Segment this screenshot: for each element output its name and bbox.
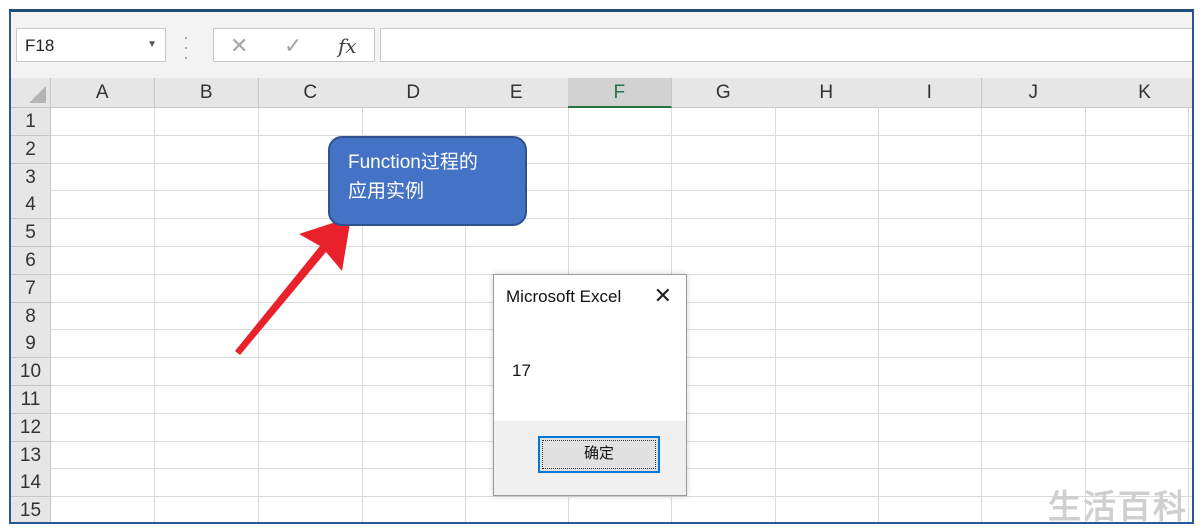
message-box: Microsoft Excel ✕ 17 确定 (493, 274, 687, 496)
callout-line-2: 应用实例 (348, 181, 425, 202)
arrow-shape (235, 217, 351, 355)
ok-button[interactable]: 确定 (538, 436, 660, 473)
dialog-message: 17 (512, 361, 531, 380)
excel-window: F18 ▼ · · · ✕ ✓ fx A B C D E F G H I J K 1 2 3 4 5 6 7 8 9 10 1… (9, 9, 1194, 524)
close-icon[interactable]: ✕ (654, 283, 672, 309)
dialog-footer: 确定 (494, 421, 686, 495)
callout-line-1: Function过程的 (348, 152, 478, 173)
callout-shape[interactable]: Function过程的 应用实例 (328, 136, 527, 226)
dialog-title: Microsoft Excel (506, 287, 622, 306)
watermark-text: 生活百科 (1048, 488, 1188, 525)
